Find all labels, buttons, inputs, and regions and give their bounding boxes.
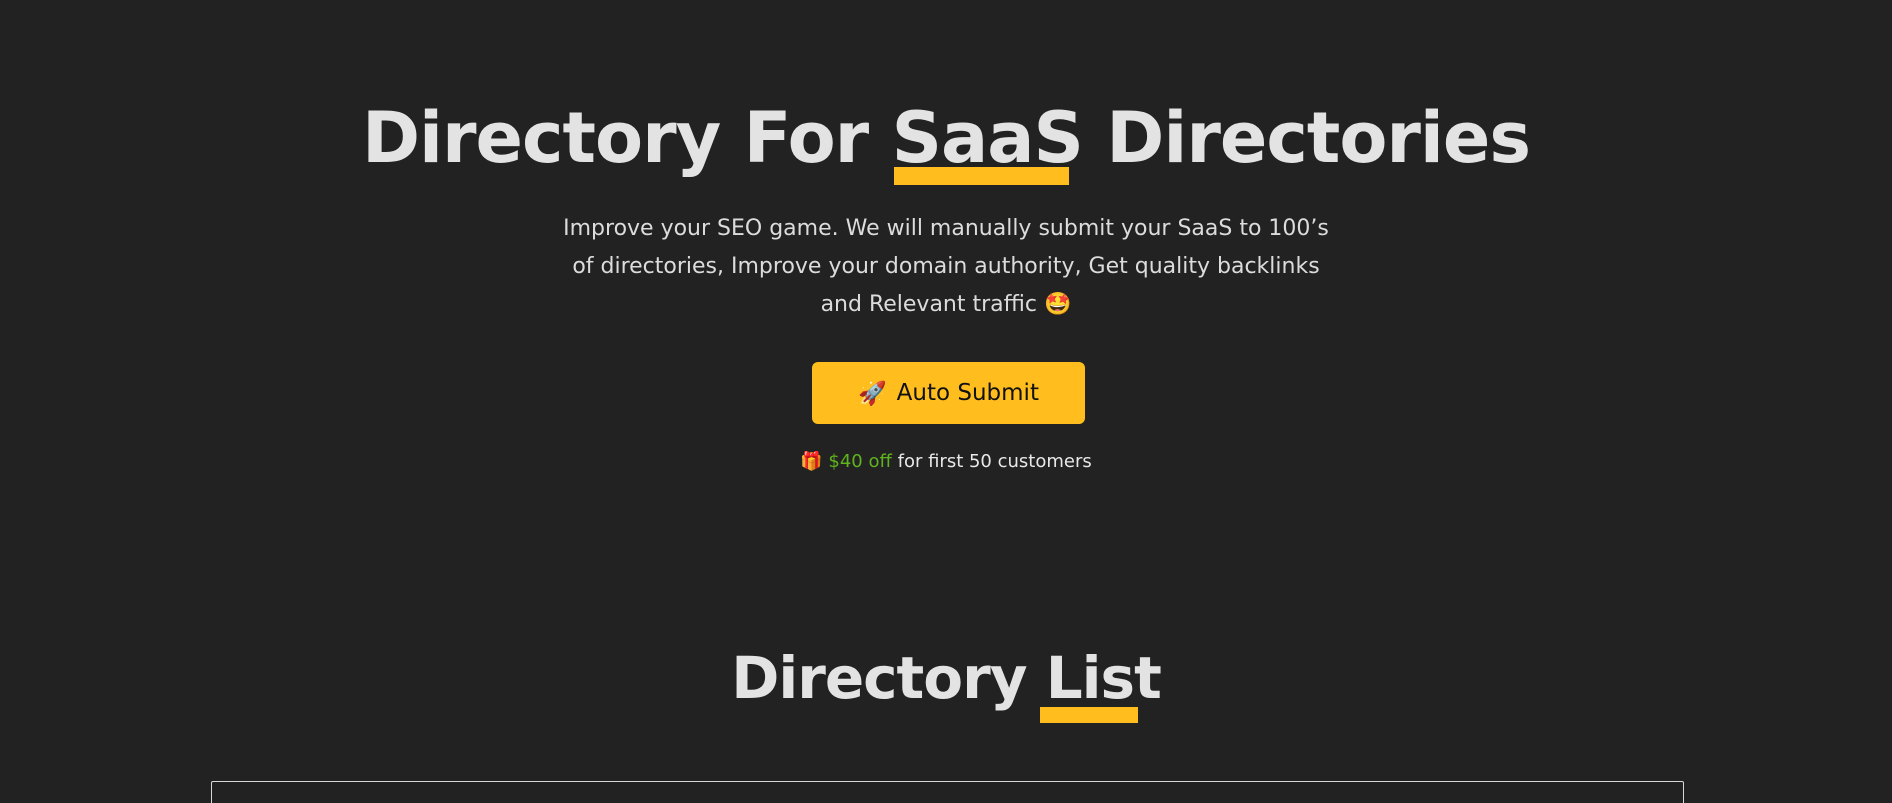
hero-subtitle-text: Improve your SEO game. We will manually … (563, 216, 1329, 317)
directory-list-title-prefix: Directory (731, 644, 1046, 712)
directory-list-title: Directory List (0, 642, 1892, 714)
rocket-icon: 🚀 (858, 380, 887, 407)
hero-title-suffix: Directories (1082, 97, 1531, 179)
discount-price: $40 off (828, 451, 892, 472)
hero-title-prefix: Directory For (361, 97, 892, 179)
discount-offer: 🎁 $40 off for first 50 customers (0, 451, 1892, 472)
gift-icon: 🎁 (800, 451, 823, 472)
auto-submit-label: Auto Submit (896, 380, 1039, 406)
directory-list-table (211, 781, 1684, 803)
hero-title: Directory For SaaS Directories (0, 96, 1892, 180)
directory-list-title-highlight: List (1045, 644, 1162, 712)
discount-text: for first 50 customers (891, 451, 1092, 472)
landing-page: Directory For SaaS Directories Improve y… (0, 0, 1892, 803)
star-struck-emoji-icon: 🤩 (1044, 292, 1072, 317)
auto-submit-button[interactable]: 🚀 Auto Submit (812, 362, 1085, 424)
hero-subtitle: Improve your SEO game. We will manually … (556, 210, 1336, 324)
hero-title-highlight: SaaS (891, 97, 1084, 179)
